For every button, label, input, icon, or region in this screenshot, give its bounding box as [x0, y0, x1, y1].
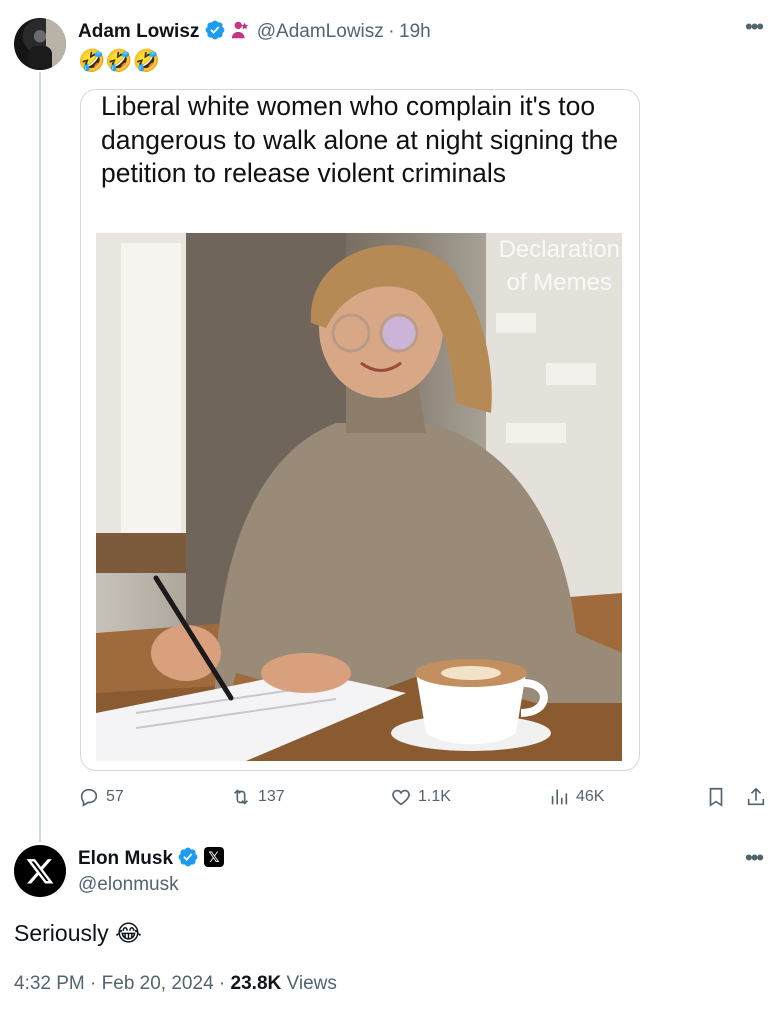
x-affiliation-badge-icon[interactable]: 𝕏	[203, 847, 224, 867]
author-handle[interactable]: @AdamLowisz	[257, 21, 384, 42]
bookmark-icon	[709, 787, 723, 807]
reply-date[interactable]: Feb 20, 2024	[102, 973, 214, 994]
reply-button[interactable]: 57	[78, 786, 124, 808]
media-card[interactable]: Liberal white women who complain it's to…	[80, 89, 640, 771]
avatar-adam-lowisz[interactable]	[14, 18, 66, 70]
share-icon	[747, 787, 765, 806]
like-button[interactable]: 1.1K	[390, 786, 451, 808]
thread-connector-line	[39, 72, 41, 842]
reply-header: Elon Musk 𝕏	[78, 846, 224, 870]
views-button[interactable]: 46K	[548, 786, 604, 808]
tweet-text: 🤣🤣🤣	[78, 48, 161, 73]
reply-meta: 4:32 PM · Feb 20, 2024 · 23.8K Views	[14, 973, 337, 995]
meme-illustration	[96, 233, 622, 761]
views-count: 46K	[576, 788, 605, 805]
separator-dot: ·	[388, 21, 395, 42]
post-time[interactable]: 19h	[399, 21, 431, 42]
heart-icon	[392, 789, 410, 806]
reply-author-handle[interactable]: @elonmusk	[78, 874, 179, 896]
x-logo-icon	[26, 859, 54, 884]
repost-button[interactable]: 137	[230, 786, 285, 808]
bookmark-button[interactable]	[705, 786, 727, 808]
avatar-elon-musk[interactable]	[14, 845, 66, 897]
reply-views-count[interactable]: 23.8K	[231, 973, 282, 994]
reply-text: Seriously 😂	[14, 920, 142, 946]
more-icon[interactable]: •••	[745, 14, 764, 40]
share-button[interactable]	[745, 786, 767, 808]
reply-count: 57	[106, 788, 124, 805]
reply-icon	[80, 788, 98, 807]
meme-caption: Liberal white women who complain it's to…	[101, 91, 619, 188]
views-chart-icon	[551, 789, 568, 805]
verified-badge-icon[interactable]	[177, 846, 199, 868]
affiliate-badge-icon[interactable]	[230, 19, 252, 41]
reply-time[interactable]: 4:32 PM	[14, 973, 85, 994]
meme-photo[interactable]: Declaration of Memes	[96, 233, 622, 761]
like-count: 1.1K	[418, 788, 451, 805]
more-icon[interactable]: •••	[745, 845, 764, 871]
meme-watermark: Declaration of Memes	[498, 236, 620, 296]
action-bar: 57 137 1.1K 46K	[0, 786, 784, 816]
verified-badge-icon[interactable]	[204, 19, 226, 41]
meta-dot: ·	[218, 973, 226, 994]
reply-author-name[interactable]: Elon Musk	[78, 848, 173, 869]
reply-views-label: Views	[286, 973, 337, 994]
repost-count: 137	[258, 788, 285, 805]
repost-icon	[233, 789, 249, 805]
tweet-header: Adam Lowisz @AdamLowisz · 19h	[78, 19, 431, 43]
meta-dot: ·	[90, 973, 97, 994]
author-name[interactable]: Adam Lowisz	[78, 21, 199, 42]
